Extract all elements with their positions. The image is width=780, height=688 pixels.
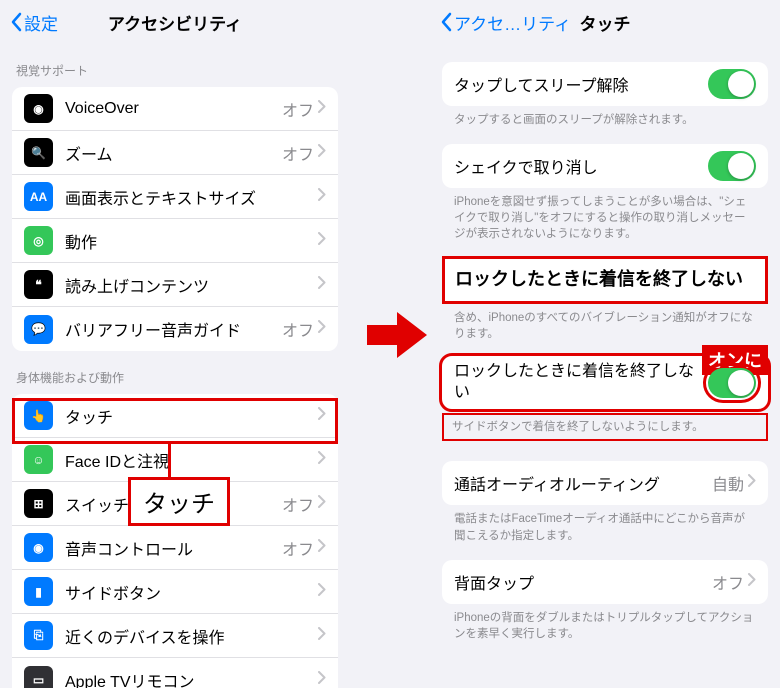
row-value: オフ: [282, 141, 314, 165]
visual-row-2[interactable]: AA 画面表示とテキストサイズ: [12, 175, 338, 219]
motor-row-1[interactable]: ☺ Face IDと注視: [12, 438, 338, 482]
group-shake: シェイクで取り消し: [442, 144, 768, 188]
chevron-right-icon: [318, 276, 326, 294]
chevron-right-icon: [318, 188, 326, 206]
row-label: ズーム: [65, 141, 282, 165]
row-label: ロックしたときに着信を終了しない: [454, 362, 708, 404]
motor-row-4[interactable]: ▮ サイドボタン: [12, 570, 338, 614]
visual-row-3[interactable]: ◎ 動作: [12, 219, 338, 263]
group-backtap: 背面タップ オフ: [442, 560, 768, 604]
row-icon: ❝: [24, 270, 53, 299]
row-label: バリアフリー音声ガイド: [65, 317, 282, 341]
group-tap: タップしてスリープ解除: [442, 62, 768, 106]
motor-row-5[interactable]: ⎘ 近くのデバイスを操作: [12, 614, 338, 658]
note-audio: 電話またはFaceTimeオーディオ通話中にどこから音声が聞こえるか指定します。: [430, 505, 780, 543]
row-icon: ⊞: [24, 489, 53, 518]
arrow-icon: [362, 300, 432, 375]
row-value: オフ: [712, 570, 744, 594]
chevron-left-icon: [10, 12, 22, 32]
row-value: 自動: [712, 471, 744, 495]
row-icon: 💬: [24, 315, 53, 344]
row-audio-routing[interactable]: 通話オーディオルーティング 自動: [442, 461, 768, 505]
note-backtap: iPhoneの背面をダブルまたはトリプルタップしてアクションを素早く実行します。: [430, 604, 780, 642]
back-button[interactable]: アクセ…リティ: [440, 10, 571, 35]
row-label: 音声コントロール: [65, 536, 282, 560]
row-label: 読み上げコンテンツ: [65, 273, 318, 297]
chevron-left-icon: [440, 12, 452, 32]
note-callout: 含め、iPhoneのすべてのバイブレーション通知がオフになります。: [430, 304, 780, 342]
row-icon: ◉: [24, 94, 53, 123]
group-visual: ◉VoiceOverオフ🔍ズームオフAA画面表示とテキストサイズ◎動作❝読み上げ…: [12, 87, 338, 351]
chevron-right-icon: [318, 407, 326, 425]
row-label: Apple TVリモコン: [65, 668, 318, 688]
chevron-right-icon: [318, 100, 326, 118]
chevron-right-icon: [318, 144, 326, 162]
chevron-right-icon: [748, 474, 756, 492]
row-icon: ▭: [24, 666, 53, 688]
chevron-right-icon: [318, 583, 326, 601]
row-value: オフ: [282, 492, 314, 516]
back-label: アクセ…リティ: [454, 10, 571, 35]
chevron-right-icon: [318, 451, 326, 469]
switch-tap-wake[interactable]: [708, 69, 756, 99]
left-screen: 設定 アクセシビリティ 視覚サポート ◉VoiceOverオフ🔍ズームオフAA画…: [0, 0, 350, 688]
note-shake: iPhoneを意図せず振ってしまうことが多い場合は、"シェイクで取り消し"をオフ…: [430, 188, 780, 242]
section-header-visual: 視覚サポート: [0, 44, 350, 87]
group-motor: 👆タッチ☺Face IDと注視⊞スイッチコントロールオフ◉音声コントロールオフ▮…: [12, 394, 338, 688]
chevron-right-icon: [318, 671, 326, 688]
visual-row-4[interactable]: ❝ 読み上げコンテンツ: [12, 263, 338, 307]
callout-big-title: ロックしたときに着信を終了しない: [442, 256, 768, 303]
row-value: オフ: [282, 536, 314, 560]
row-label: VoiceOver: [65, 100, 282, 118]
section-header-motor: 身体機能および動作: [0, 351, 350, 394]
row-icon: ☺: [24, 445, 53, 474]
row-icon: ▮: [24, 577, 53, 606]
row-value: オフ: [282, 97, 314, 121]
switch-shake-undo[interactable]: [708, 151, 756, 181]
row-label: 背面タップ: [454, 570, 712, 594]
motor-row-0[interactable]: 👆 タッチ: [12, 394, 338, 438]
chevron-right-icon: [318, 539, 326, 557]
visual-row-1[interactable]: 🔍 ズームオフ: [12, 131, 338, 175]
switch-lock-call[interactable]: [708, 368, 756, 398]
row-shake-undo[interactable]: シェイクで取り消し: [442, 144, 768, 188]
callout-label-touch: タッチ: [128, 477, 230, 526]
row-icon: ◉: [24, 533, 53, 562]
chevron-right-icon: [318, 232, 326, 250]
chevron-right-icon: [748, 573, 756, 591]
motor-row-3[interactable]: ◉ 音声コントロールオフ: [12, 526, 338, 570]
row-label: サイドボタン: [65, 580, 318, 604]
row-icon: 👆: [24, 401, 53, 430]
row-label: 近くのデバイスを操作: [65, 624, 318, 648]
row-label: タップしてスリープ解除: [454, 72, 708, 96]
note-tap: タップすると画面のスリープが解除されます。: [430, 106, 780, 128]
group-audio: 通話オーディオルーティング 自動: [442, 461, 768, 505]
chevron-right-icon: [318, 627, 326, 645]
motor-row-6[interactable]: ▭ Apple TVリモコン: [12, 658, 338, 688]
row-tap-wake[interactable]: タップしてスリープ解除: [442, 62, 768, 106]
row-label: Face IDと注視: [65, 448, 318, 472]
chevron-right-icon: [318, 495, 326, 513]
row-icon: ⎘: [24, 621, 53, 650]
navbar: 設定 アクセシビリティ: [0, 0, 350, 44]
row-icon: AA: [24, 182, 53, 211]
visual-row-0[interactable]: ◉ VoiceOverオフ: [12, 87, 338, 131]
row-label: タッチ: [65, 404, 318, 428]
row-label: 画面表示とテキストサイズ: [65, 185, 318, 209]
chevron-right-icon: [318, 320, 326, 338]
row-icon: 🔍: [24, 138, 53, 167]
visual-row-5[interactable]: 💬 バリアフリー音声ガイドオフ: [12, 307, 338, 351]
row-label: 通話オーディオルーティング: [454, 471, 712, 495]
back-label: 設定: [24, 10, 58, 35]
row-label: 動作: [65, 229, 318, 253]
note-lock: サイドボタンで着信を終了しないようにします。: [442, 413, 768, 441]
row-icon: ◎: [24, 226, 53, 255]
row-label: シェイクで取り消し: [454, 154, 708, 178]
right-screen: アクセ…リティ タッチ タップしてスリープ解除 タップすると画面のスリープが解除…: [430, 0, 780, 688]
navbar: アクセ…リティ タッチ: [430, 0, 780, 44]
row-back-tap[interactable]: 背面タップ オフ: [442, 560, 768, 604]
back-button[interactable]: 設定: [10, 10, 58, 35]
row-value: オフ: [282, 317, 314, 341]
